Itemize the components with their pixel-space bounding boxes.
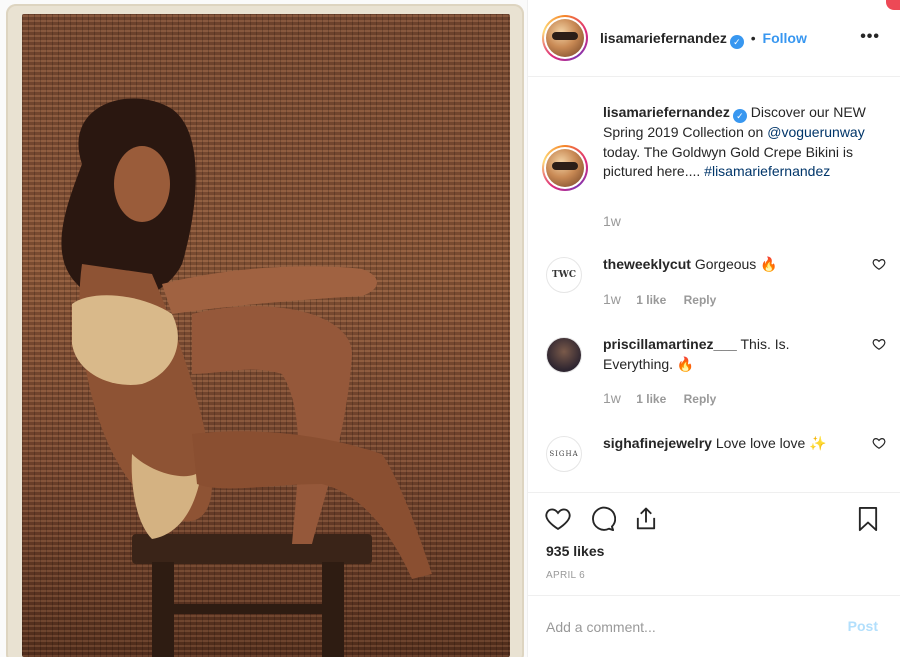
commenter-avatar[interactable] [546,337,582,373]
reply-button[interactable]: Reply [684,293,717,307]
comment-body: priscillamartinez___ This. Is. Everythin… [603,335,843,374]
likes-count[interactable]: 935 likes [546,543,604,559]
comment-time[interactable]: 1w [603,390,621,406]
photo-illustration [61,98,432,657]
comments-list[interactable]: lisamariefernandez ✓ Discover our NEW Spr… [528,78,900,492]
caption-hashtag-link[interactable]: #lisamariefernandez [704,163,830,179]
comment-text: Gorgeous 🔥 [694,256,778,272]
post-side-panel: lisamariefernandez ✓ • Follow ••• lisamar… [528,0,900,657]
heart-small-icon[interactable] [872,436,886,450]
heart-small-icon[interactable] [872,337,886,351]
share-icon[interactable] [632,505,660,533]
author-username[interactable]: lisamariefernandez [600,30,727,46]
add-comment-section: Post [528,596,900,657]
comment-text: Love love love ✨ [715,435,827,451]
comment-username[interactable]: priscillamartinez___ [603,336,737,352]
post-date[interactable]: APRIL 6 [546,570,585,581]
follow-button[interactable]: Follow [763,30,807,46]
commenter-avatar[interactable]: TWC [546,257,582,293]
commenter-avatar-text: SIGHA [549,450,579,458]
bookmark-icon[interactable] [854,505,882,533]
comment-meta: 1w 1 like Reply [603,291,730,307]
more-options-icon[interactable]: ••• [860,28,880,46]
post-header: lisamariefernandez ✓ • Follow ••• [528,0,900,77]
reply-button[interactable]: Reply [684,392,717,406]
caption-time[interactable]: 1w [603,213,621,229]
post-photo-pane [0,0,527,657]
author-name-row: lisamariefernandez ✓ • Follow [600,30,807,49]
comment-icon[interactable] [588,505,616,533]
comment-time[interactable]: 1w [603,291,621,307]
comment-meta: 1w 1 like Reply [603,390,730,406]
author-avatar[interactable] [542,15,588,61]
caption-mention-link[interactable]: @voguerunway [767,124,865,140]
commenter-avatar[interactable]: SIGHA [546,436,582,472]
verified-icon: ✓ [729,35,744,49]
separator-dot: • [750,30,756,46]
commenter-avatar-text: TWC [552,270,576,280]
comment-username[interactable]: theweeklycut [603,256,691,272]
caption-avatar[interactable] [542,145,588,191]
comment-body: sighafinejewelry Love love love ✨ [603,434,843,454]
comment-likes[interactable]: 1 like [636,392,666,406]
verified-icon: ✓ [732,109,747,123]
comment-input[interactable] [546,616,826,638]
like-icon[interactable] [544,505,572,533]
heart-small-icon[interactable] [872,257,886,271]
comment-body: theweeklycut Gorgeous 🔥 [603,255,843,275]
post-actions: 935 likes APRIL 6 [528,493,900,593]
post-comment-button[interactable]: Post [848,618,878,634]
post-image[interactable] [22,14,510,657]
caption-username[interactable]: lisamariefernandez [603,104,730,120]
comment-likes[interactable]: 1 like [636,293,666,307]
comment-username[interactable]: sighafinejewelry [603,435,712,451]
caption-text: lisamariefernandez ✓ Discover our NEW Spr… [603,103,873,182]
